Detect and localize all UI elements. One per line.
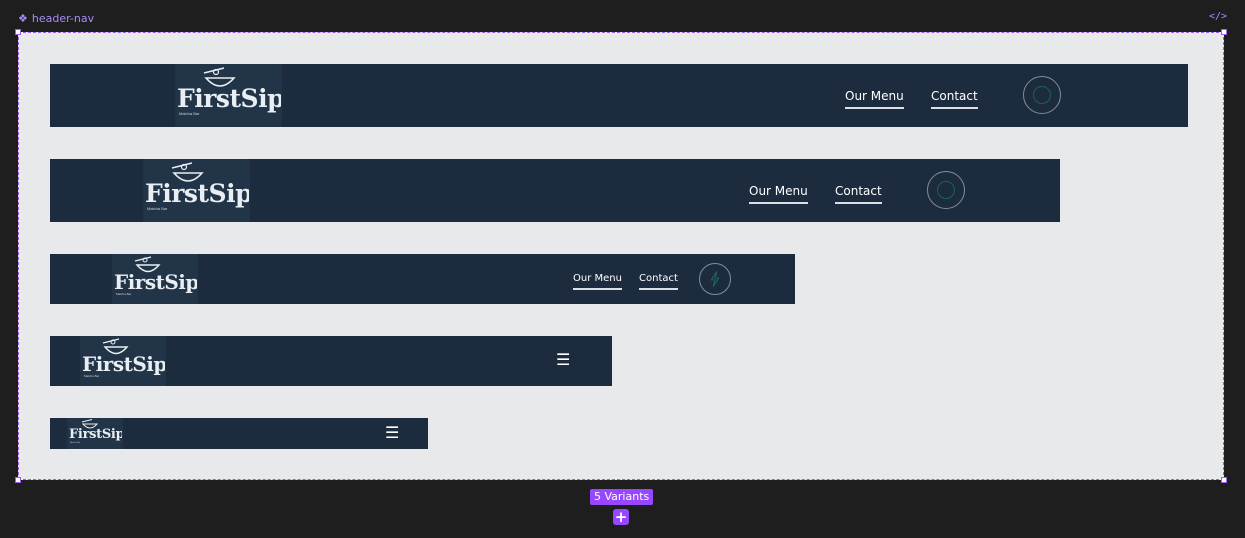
nav-link-contact[interactable]: Contact [835,184,882,204]
logo-tagline: Matcha Bar [70,442,81,444]
logo-wordmark: FirstSip [82,352,165,376]
component-name: header-nav [31,11,95,25]
theme-toggle[interactable] [699,263,731,295]
nav-underline [931,107,978,109]
resize-handle-top-left[interactable] [15,29,21,35]
resize-handle-top-right[interactable] [1221,29,1227,35]
component-label[interactable]: ❖ header-nav [18,11,94,25]
component-diamond-icon: ❖ [18,11,28,25]
nav-underline [845,107,904,109]
logo-tagline: Matcha Bar [84,374,100,378]
nav-link-label: Contact [835,184,882,198]
nav-link-label: Our Menu [749,184,808,198]
nav-link-contact[interactable]: Contact [931,89,978,109]
header-variant-xl[interactable]: FirstSip Matcha Bar Our Menu Contact [50,64,1188,127]
logo-tagline: Matcha Bar [179,111,200,116]
toggle-indicator-icon [1033,86,1051,104]
code-view-icon[interactable]: </> [1209,11,1227,22]
hamburger-menu-icon[interactable]: ☰ [556,352,570,368]
nav-underline [749,202,808,204]
nav-link-our-menu[interactable]: Our Menu [845,89,904,109]
logo-wordmark: FirstSip [177,84,281,113]
brand-logo[interactable]: FirstSip Matcha Bar [113,254,197,304]
brand-logo[interactable]: FirstSip Matcha Bar [144,159,249,222]
header-variant-md[interactable]: FirstSip Matcha Bar Our Menu Contact [50,254,795,304]
nav-link-our-menu[interactable]: Our Menu [573,273,622,290]
nav-link-our-menu[interactable]: Our Menu [749,184,808,204]
resize-handle-bottom-left[interactable] [15,477,21,483]
logo-wordmark: FirstSip [114,270,197,294]
nav-link-label: Our Menu [573,273,622,284]
hamburger-menu-icon[interactable]: ☰ [385,425,399,441]
lightning-icon [710,271,720,287]
toggle-indicator-icon [937,181,955,199]
theme-toggle[interactable] [1023,76,1061,114]
nav-link-label: Contact [931,89,978,103]
theme-toggle[interactable] [927,171,965,209]
add-variant-button[interactable]: + [613,509,629,525]
nav-underline [573,288,622,290]
nav-link-label: Contact [639,273,678,284]
variants-count-badge: 5 Variants [590,489,654,505]
header-variant-lg[interactable]: FirstSip Matcha Bar Our Menu Contact [50,159,1060,222]
nav-underline [639,288,678,290]
header-variant-sm[interactable]: FirstSip Matcha Bar ☰ [50,336,612,386]
logo-wordmark: FirstSip [69,427,122,442]
brand-logo[interactable]: FirstSip Matcha Bar [81,336,165,386]
header-variant-xs[interactable]: FirstSip Matcha Bar ☰ [50,418,428,449]
variants-frame[interactable]: FirstSip Matcha Bar Our Menu Contact Fir… [15,29,1227,483]
logo-wordmark: FirstSip [145,179,249,208]
logo-tagline: Matcha Bar [116,292,132,296]
nav-link-contact[interactable]: Contact [639,273,678,290]
brand-logo[interactable]: FirstSip Matcha Bar [176,64,281,127]
brand-logo[interactable]: FirstSip Matcha Bar [68,418,122,449]
logo-tagline: Matcha Bar [147,206,168,211]
resize-handle-bottom-right[interactable] [1221,477,1227,483]
nav-link-label: Our Menu [845,89,904,103]
nav-underline [835,202,882,204]
